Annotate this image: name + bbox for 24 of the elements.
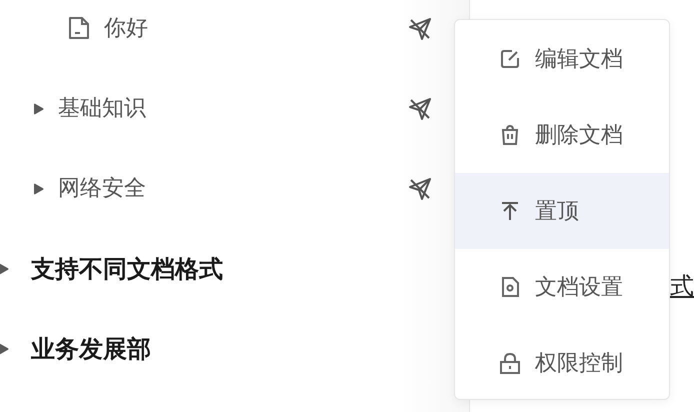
tree-item[interactable]: 业务发展部 <box>31 336 151 362</box>
expand-arrow-icon[interactable] <box>0 343 9 355</box>
pin-to-top-icon <box>499 200 521 222</box>
expand-arrow-icon[interactable] <box>0 263 9 275</box>
expand-arrow-icon[interactable] <box>32 183 44 195</box>
document-icon <box>68 16 90 40</box>
expand-arrow-icon[interactable] <box>32 103 44 115</box>
send-icon <box>407 96 433 122</box>
tree-item[interactable]: 网络安全 <box>58 176 146 202</box>
trash-icon <box>499 124 521 146</box>
menu-item[interactable]: 文档设置 <box>455 249 669 325</box>
send-icon <box>407 176 433 202</box>
content-link[interactable]: 式 <box>670 270 694 302</box>
tree-item[interactable]: 基础知识 <box>58 96 146 122</box>
file-settings-icon <box>499 276 521 298</box>
lock-icon <box>499 352 521 374</box>
menu-item[interactable]: 删除文档 <box>455 97 669 173</box>
menu-item[interactable]: 权限控制 <box>455 325 669 401</box>
menu-item[interactable]: 编辑文档 <box>455 21 669 97</box>
send-icon <box>407 16 433 42</box>
tree-item[interactable]: 支持不同文档格式 <box>31 256 223 282</box>
edit-icon <box>499 48 521 70</box>
tree-item[interactable]: 你好 <box>104 16 148 42</box>
menu-item[interactable]: 置顶 <box>455 173 669 249</box>
